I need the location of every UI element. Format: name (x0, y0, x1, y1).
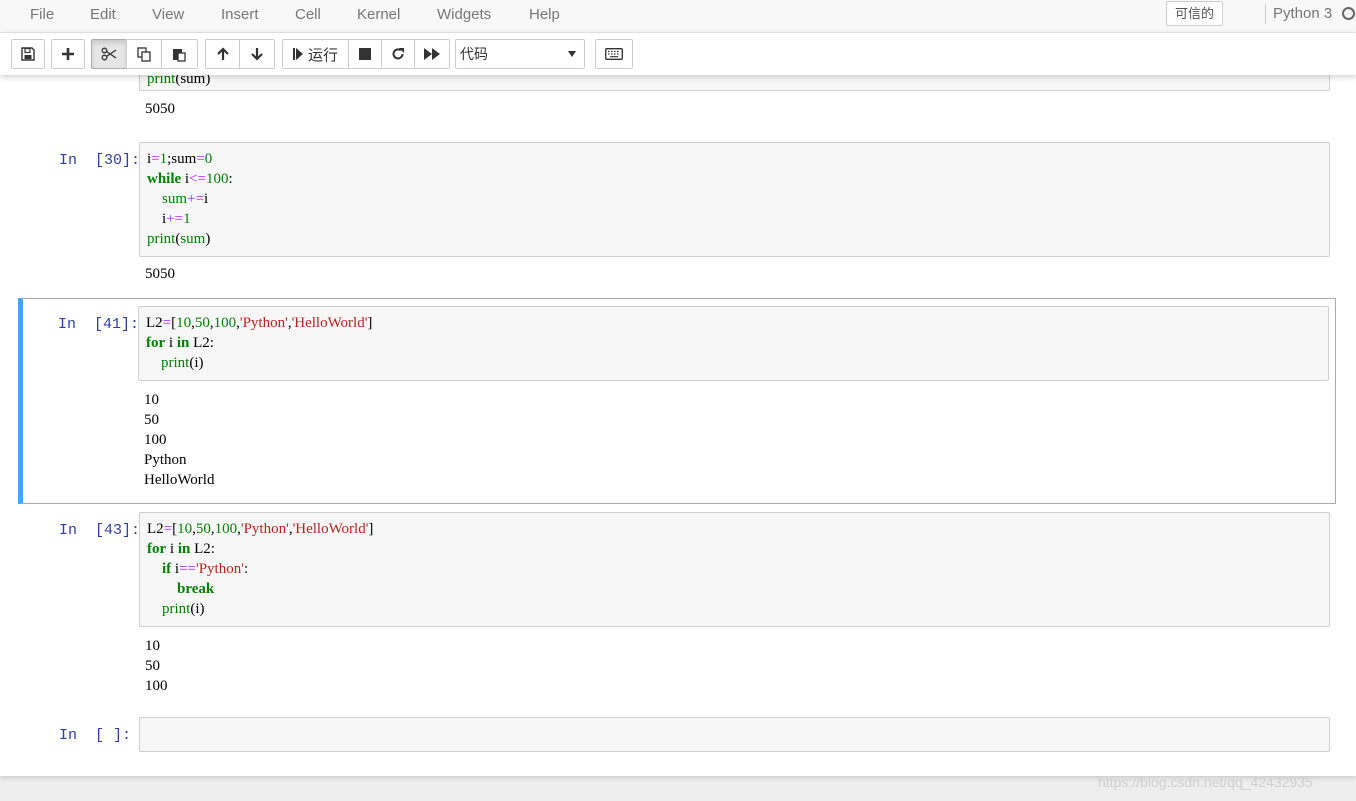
refresh-icon (392, 48, 404, 60)
copy-icon (136, 46, 151, 62)
notebook-container: print(sum) 5050 In [30]: i=1;sum=0 while… (0, 75, 1356, 776)
cell-prompt: In [43]: (59, 522, 141, 539)
cell-output: 10 50 100 (145, 636, 168, 696)
code-cell[interactable]: In [30]: i=1;sum=0 while i<=100: sum+=i … (18, 137, 1336, 292)
kernel-name[interactable]: Python 3 (1273, 3, 1332, 25)
plus-icon (62, 48, 74, 60)
arrow-down-icon (251, 48, 263, 61)
interrupt-button[interactable] (348, 39, 382, 69)
save-icon (21, 47, 35, 61)
output-line: 100 (145, 678, 168, 694)
run-button-label: 运行 (307, 46, 338, 64)
move-down-button[interactable] (239, 39, 275, 69)
menu-edit[interactable]: Edit (86, 4, 120, 26)
output-line: 100 (144, 432, 167, 448)
menu-bar: File Edit View Insert Cell Kernel Widget… (0, 0, 1356, 33)
output-line: 10 (144, 392, 159, 408)
chevron-down-icon (568, 51, 576, 57)
code-cell-empty[interactable]: In [ ]: (18, 712, 1336, 757)
output-line: 10 (145, 638, 160, 654)
trusted-badge[interactable]: 可信的 (1166, 1, 1223, 26)
arrow-up-icon (216, 47, 229, 60)
copy-button[interactable] (126, 39, 162, 69)
output-line: HelloWorld (144, 472, 215, 488)
menu-widgets[interactable]: Widgets (433, 4, 495, 26)
code-editor[interactable]: L2=[10,50,100,'Python','HelloWorld'] for… (140, 513, 1329, 619)
cell-input[interactable]: L2=[10,50,100,'Python','HelloWorld'] for… (138, 306, 1329, 381)
stop-icon (359, 48, 371, 60)
cell-output: 10 50 100 Python HelloWorld (144, 390, 214, 490)
code-cell[interactable]: print(sum) 5050 (18, 75, 1336, 120)
save-button[interactable] (11, 39, 45, 69)
code-editor[interactable]: L2=[10,50,100,'Python','HelloWorld'] for… (139, 307, 1328, 373)
cell-input[interactable]: print(sum) (139, 75, 1330, 91)
step-forward-icon (292, 48, 303, 60)
cell-input[interactable] (139, 717, 1330, 752)
output-line: 50 (145, 658, 160, 674)
kernel-idle-icon (1342, 7, 1355, 20)
cell-prompt: In [ ]: (59, 727, 132, 744)
code-editor[interactable] (140, 718, 1329, 724)
cell-type-select[interactable]: 代码 (455, 39, 585, 69)
restart-run-all-button[interactable] (414, 39, 450, 69)
output-line: Python (144, 452, 187, 468)
cell-output: 5050 (145, 266, 175, 282)
cell-type-value: 代码 (460, 46, 488, 62)
command-palette-button[interactable] (595, 39, 633, 69)
code-cell[interactable]: In [43]: L2=[10,50,100,'Python','HelloWo… (18, 507, 1336, 707)
menu-help[interactable]: Help (525, 4, 564, 26)
cell-input[interactable]: i=1;sum=0 while i<=100: sum+=i i+=1 prin… (139, 142, 1330, 257)
menu-insert[interactable]: Insert (217, 4, 263, 26)
kernel-separator (1265, 4, 1266, 24)
scissors-icon (101, 47, 117, 61)
output-line: 50 (144, 412, 159, 428)
keyboard-icon (605, 48, 623, 60)
watermark: https://blog.csdn.net/qq_42432935 (1098, 774, 1313, 790)
cell-prompt: In [30]: (59, 152, 141, 169)
menu-file[interactable]: File (26, 4, 58, 26)
restart-button[interactable] (381, 39, 415, 69)
menu-cell[interactable]: Cell (291, 4, 325, 26)
menu-view[interactable]: View (148, 4, 188, 26)
cell-input[interactable]: L2=[10,50,100,'Python','HelloWorld'] for… (139, 512, 1330, 627)
paste-icon (173, 48, 186, 62)
cell-output: 5050 (145, 101, 175, 117)
move-up-button[interactable] (205, 39, 240, 69)
toolbar: 运行 代码 (0, 33, 1356, 75)
cut-button[interactable] (91, 39, 127, 69)
run-button[interactable]: 运行 (282, 39, 349, 69)
code-editor[interactable]: print(sum) (140, 75, 1329, 89)
fast-forward-icon (424, 48, 440, 60)
cell-prompt: In [41]: (58, 316, 140, 333)
insert-cell-button[interactable] (51, 39, 85, 69)
paste-button[interactable] (161, 39, 198, 69)
menu-kernel[interactable]: Kernel (353, 4, 404, 26)
code-editor[interactable]: i=1;sum=0 while i<=100: sum+=i i+=1 prin… (140, 143, 1329, 249)
code-cell-selected[interactable]: In [41]: L2=[10,50,100,'Python','HelloWo… (18, 298, 1336, 504)
